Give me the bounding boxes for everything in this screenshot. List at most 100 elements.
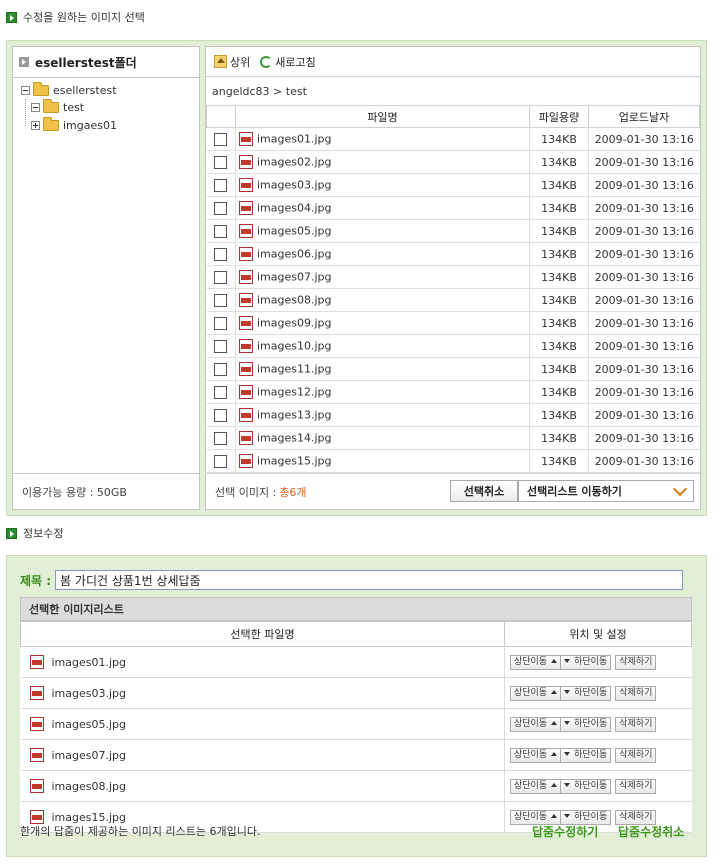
file-checkbox[interactable] bbox=[214, 408, 228, 422]
selected-list-header: 선택한 이미지리스트 bbox=[20, 597, 692, 621]
collapse-icon[interactable] bbox=[31, 102, 40, 112]
file-date: 2009-01-30 13:16 bbox=[588, 426, 700, 450]
file-row[interactable]: images10.jpg 134KB 2009-01-30 13:16 bbox=[206, 334, 700, 358]
file-row[interactable]: images04.jpg 134KB 2009-01-30 13:16 bbox=[206, 196, 700, 220]
delete-button[interactable]: 삭제하기 bbox=[615, 778, 657, 794]
file-date: 2009-01-30 13:16 bbox=[588, 196, 700, 220]
file-name[interactable]: images02.jpg bbox=[257, 156, 332, 169]
file-name[interactable]: images08.jpg bbox=[257, 294, 332, 307]
file-name[interactable]: images01.jpg bbox=[257, 133, 332, 146]
move-selection-button[interactable]: 선택리스트 이동하기 bbox=[518, 480, 694, 502]
file-name[interactable]: images03.jpg bbox=[257, 179, 332, 192]
move-up-button[interactable]: 상단이동 bbox=[510, 747, 561, 763]
file-row[interactable]: images01.jpg 134KB 2009-01-30 13:16 bbox=[206, 127, 700, 151]
move-selection-label: 선택리스트 이동하기 bbox=[527, 485, 622, 498]
file-row[interactable]: images11.jpg 134KB 2009-01-30 13:16 bbox=[206, 357, 700, 381]
file-name[interactable]: images07.jpg bbox=[257, 271, 332, 284]
file-name[interactable]: images14.jpg bbox=[257, 432, 332, 445]
delete-button[interactable]: 삭제하기 bbox=[615, 716, 657, 732]
file-name[interactable]: images12.jpg bbox=[257, 386, 332, 399]
file-row[interactable]: images06.jpg 134KB 2009-01-30 13:16 bbox=[206, 242, 700, 266]
header-filename[interactable]: 파일명 bbox=[235, 105, 530, 128]
file-row[interactable]: images14.jpg 134KB 2009-01-30 13:16 bbox=[206, 426, 700, 450]
cancel-selection-button[interactable]: 선택취소 bbox=[450, 480, 518, 502]
file-name[interactable]: images11.jpg bbox=[257, 363, 332, 376]
file-name[interactable]: images06.jpg bbox=[257, 248, 332, 261]
file-checkbox[interactable] bbox=[214, 247, 228, 261]
save-dapjum-button[interactable]: 답줌수정하기 bbox=[532, 823, 598, 840]
move-up-button[interactable]: 상단이동 bbox=[510, 654, 561, 670]
file-checkbox[interactable] bbox=[214, 385, 228, 399]
file-name[interactable]: images05.jpg bbox=[257, 225, 332, 238]
move-up-label: 상단이동 bbox=[514, 780, 548, 791]
move-up-button[interactable]: 상단이동 bbox=[510, 778, 561, 794]
move-down-button[interactable]: 하단이동 bbox=[560, 716, 612, 732]
move-down-button[interactable]: 하단이동 bbox=[560, 747, 612, 763]
move-down-button[interactable]: 하단이동 bbox=[560, 654, 612, 670]
file-list-panel: 상위 새로고침 angeldc83 > test 파일명 파일용량 업로드날자 … bbox=[205, 46, 701, 510]
up-button[interactable]: 상위 bbox=[214, 54, 250, 70]
position-settings-cell: 상단이동 하단이동 삭제하기 bbox=[504, 770, 692, 802]
file-row[interactable]: images05.jpg 134KB 2009-01-30 13:16 bbox=[206, 219, 700, 243]
file-row[interactable]: images12.jpg 134KB 2009-01-30 13:16 bbox=[206, 380, 700, 404]
jpg-file-icon bbox=[29, 779, 44, 793]
collapse-icon[interactable] bbox=[21, 85, 30, 95]
file-checkbox[interactable] bbox=[214, 362, 228, 376]
file-row[interactable]: images02.jpg 134KB 2009-01-30 13:16 bbox=[206, 150, 700, 174]
file-checkbox[interactable] bbox=[214, 293, 228, 307]
jpg-file-icon bbox=[239, 339, 253, 353]
file-checkbox[interactable] bbox=[214, 316, 228, 330]
file-checkbox[interactable] bbox=[214, 270, 228, 284]
file-checkbox-cell bbox=[206, 173, 236, 197]
file-row[interactable]: images08.jpg 134KB 2009-01-30 13:16 bbox=[206, 288, 700, 312]
move-up-button[interactable]: 상단이동 bbox=[510, 716, 561, 732]
file-row[interactable]: images13.jpg 134KB 2009-01-30 13:16 bbox=[206, 403, 700, 427]
header-filesize[interactable]: 파일용량 bbox=[529, 105, 589, 128]
file-checkbox[interactable] bbox=[214, 224, 228, 238]
tree-node-label: imgaes01 bbox=[63, 118, 117, 132]
file-footer: 선택 이미지 : 총6개 선택취소 선택리스트 이동하기 bbox=[206, 473, 700, 509]
file-checkbox[interactable] bbox=[214, 178, 228, 192]
move-up-button[interactable]: 상단이동 bbox=[510, 685, 561, 701]
tree-node-test[interactable]: test bbox=[31, 98, 84, 115]
header-upload-date[interactable]: 업로드날자 bbox=[588, 105, 700, 128]
file-name[interactable]: images10.jpg bbox=[257, 340, 332, 353]
edit-footer: 한개의 답줌이 제공하는 이미지 리스트는 6개입니다. 답줌수정하기 답줌수정… bbox=[20, 822, 692, 840]
tree-node-root[interactable]: esellerstest bbox=[21, 81, 117, 98]
file-row[interactable]: images07.jpg 134KB 2009-01-30 13:16 bbox=[206, 265, 700, 289]
title-input[interactable] bbox=[55, 570, 684, 590]
file-row[interactable]: images15.jpg 134KB 2009-01-30 13:16 bbox=[206, 449, 700, 473]
file-checkbox-cell bbox=[206, 196, 236, 220]
file-checkbox[interactable] bbox=[214, 339, 228, 353]
file-checkbox[interactable] bbox=[214, 201, 228, 215]
file-checkbox[interactable] bbox=[214, 132, 228, 146]
file-checkbox-cell bbox=[206, 150, 236, 174]
file-row[interactable]: images09.jpg 134KB 2009-01-30 13:16 bbox=[206, 311, 700, 335]
cancel-dapjum-button[interactable]: 답줌수정취소 bbox=[618, 823, 684, 840]
file-checkbox[interactable] bbox=[214, 431, 228, 445]
file-size: 134KB bbox=[529, 357, 589, 381]
file-size: 134KB bbox=[529, 403, 589, 427]
expand-icon[interactable] bbox=[31, 120, 40, 130]
selected-file-name: images05.jpg bbox=[51, 717, 127, 731]
file-row[interactable]: images03.jpg 134KB 2009-01-30 13:16 bbox=[206, 173, 700, 197]
file-name[interactable]: images09.jpg bbox=[257, 317, 332, 330]
file-checkbox[interactable] bbox=[214, 454, 228, 468]
selected-row: images03.jpg 상단이동 하단이동 삭제하기 bbox=[20, 677, 692, 709]
move-down-button[interactable]: 하단이동 bbox=[560, 778, 612, 794]
file-checkbox[interactable] bbox=[214, 155, 228, 169]
tree-node-imgaes01[interactable]: imgaes01 bbox=[31, 116, 117, 133]
title-row: 제목 : bbox=[20, 568, 684, 592]
move-down-button[interactable]: 하단이동 bbox=[560, 685, 612, 701]
delete-button[interactable]: 삭제하기 bbox=[615, 747, 657, 763]
selected-file-name: images01.jpg bbox=[51, 655, 127, 669]
file-name[interactable]: images04.jpg bbox=[257, 202, 332, 215]
file-name[interactable]: images13.jpg bbox=[257, 409, 332, 422]
file-name-cell: images15.jpg bbox=[235, 449, 530, 473]
file-name[interactable]: images15.jpg bbox=[257, 455, 332, 468]
file-name-cell: images09.jpg bbox=[235, 311, 530, 335]
delete-button[interactable]: 삭제하기 bbox=[615, 685, 657, 701]
file-size: 134KB bbox=[529, 288, 589, 312]
delete-button[interactable]: 삭제하기 bbox=[615, 654, 657, 670]
refresh-button[interactable]: 새로고침 bbox=[260, 54, 316, 70]
